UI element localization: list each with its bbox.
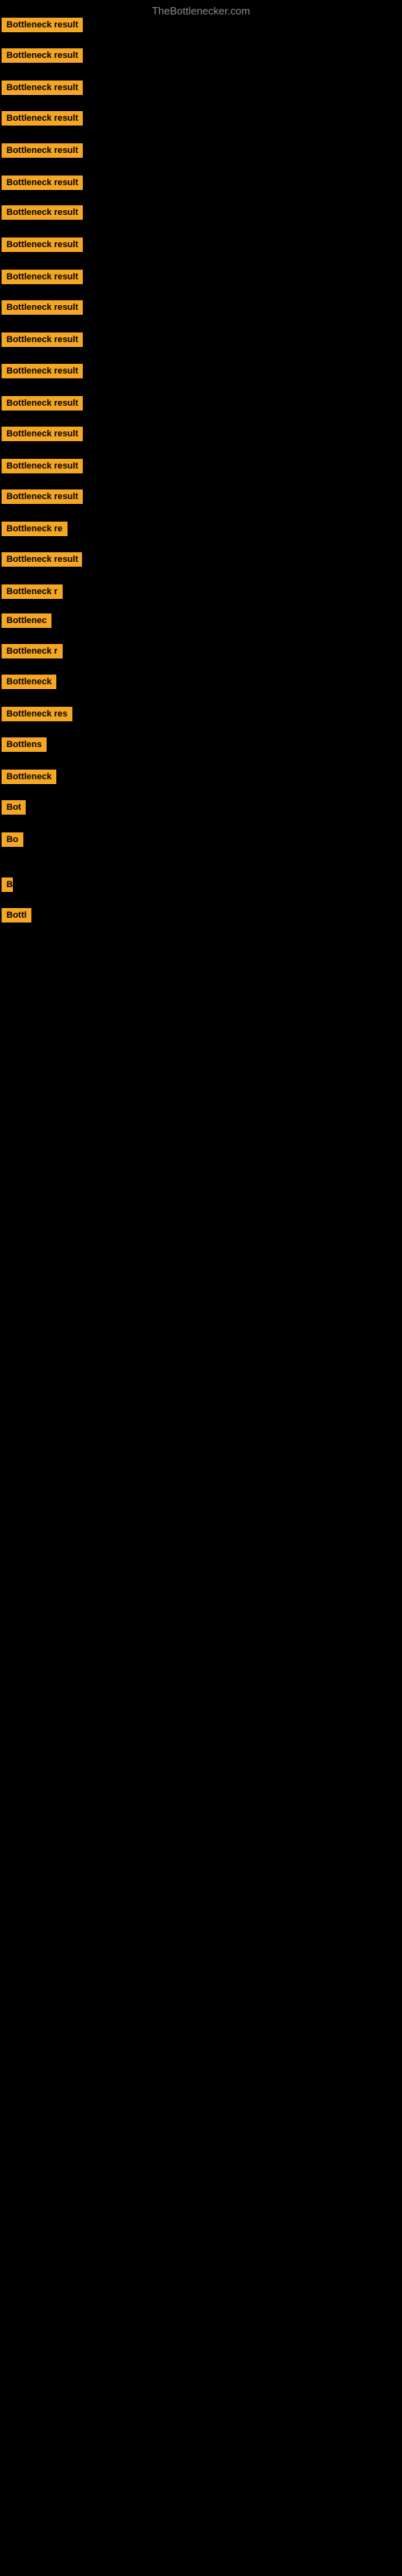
- bottleneck-result-badge: Bottleneck result: [2, 552, 82, 567]
- bottleneck-result-badge: B: [2, 877, 13, 892]
- bottleneck-result-badge: Bottleneck result: [2, 300, 83, 315]
- bottleneck-result-badge: Bottleneck result: [2, 143, 83, 158]
- bottleneck-result-badge: Bottl: [2, 908, 31, 923]
- bottleneck-result-badge: Bottleneck r: [2, 644, 63, 658]
- bottleneck-result-badge: Bottlenec: [2, 613, 51, 628]
- bottleneck-result-badge: Bottleneck: [2, 675, 56, 689]
- bottleneck-result-badge: Bottleneck result: [2, 111, 83, 126]
- bottleneck-result-badge: Bottleneck result: [2, 18, 83, 32]
- bottleneck-result-badge: Bottleneck result: [2, 364, 83, 378]
- bottleneck-result-badge: Bottleneck result: [2, 396, 83, 411]
- bottleneck-result-badge: Bottleneck: [2, 770, 56, 784]
- bottleneck-result-badge: Bottleneck result: [2, 48, 83, 63]
- bottleneck-result-badge: Bottleneck result: [2, 80, 83, 95]
- bottleneck-result-badge: Bottleneck re: [2, 522, 68, 536]
- bottleneck-result-badge: Bottleneck r: [2, 584, 63, 599]
- bottleneck-result-badge: Bottleneck result: [2, 205, 83, 220]
- bottleneck-result-badge: Bottlens: [2, 737, 47, 752]
- bottleneck-result-badge: Bottleneck result: [2, 332, 83, 347]
- bottleneck-result-badge: Bottleneck result: [2, 427, 83, 441]
- bottleneck-result-badge: Bottleneck result: [2, 459, 83, 473]
- bottleneck-result-badge: Bottleneck result: [2, 270, 83, 284]
- bottleneck-result-badge: Bottleneck res: [2, 707, 72, 721]
- bottleneck-result-badge: Bottleneck result: [2, 237, 83, 252]
- bottleneck-result-badge: Bottleneck result: [2, 489, 83, 504]
- bottleneck-result-badge: Bot: [2, 800, 26, 815]
- bottleneck-result-badge: Bottleneck result: [2, 175, 83, 190]
- bottleneck-result-badge: Bo: [2, 832, 23, 847]
- site-title: TheBottlenecker.com: [152, 5, 250, 17]
